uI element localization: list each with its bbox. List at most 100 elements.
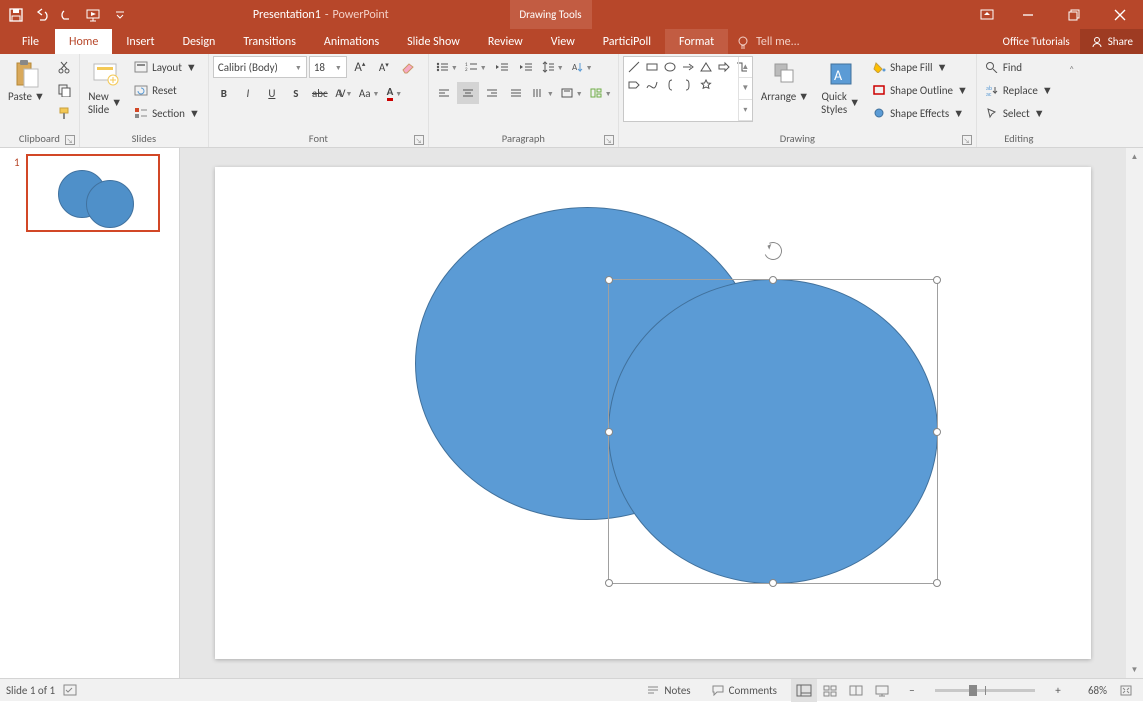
shape-lbrace-icon[interactable] [662, 77, 678, 93]
italic-button[interactable]: I [237, 82, 259, 104]
thumbnail-preview[interactable] [26, 154, 160, 232]
shapes-gallery[interactable]: ▲▼▾ [623, 56, 753, 122]
cut-button[interactable] [53, 56, 75, 78]
numbering-button[interactable]: 12▼ [462, 56, 489, 78]
resize-handle[interactable] [605, 428, 613, 436]
align-left-button[interactable] [433, 82, 455, 104]
shape-star-icon[interactable] [698, 77, 714, 93]
drawing-launcher-icon[interactable]: ↘ [962, 135, 972, 145]
tab-design[interactable]: Design [169, 29, 230, 54]
zoom-thumb[interactable] [969, 685, 977, 696]
tab-format[interactable]: Format [665, 29, 728, 54]
resize-handle[interactable] [605, 579, 613, 587]
copy-button[interactable] [53, 79, 75, 101]
tab-review[interactable]: Review [474, 29, 537, 54]
tab-slideshow[interactable]: Slide Show [393, 29, 474, 54]
share-button[interactable]: Share [1080, 29, 1143, 54]
selection-box[interactable] [608, 279, 938, 584]
tab-file[interactable]: File [6, 29, 55, 54]
format-painter-button[interactable] [53, 102, 75, 124]
resize-handle[interactable] [605, 276, 613, 284]
tab-participoll[interactable]: ParticiPoll [589, 29, 665, 54]
find-button[interactable]: Find [981, 56, 1057, 78]
decrease-font-button[interactable]: A▾ [373, 56, 395, 78]
gallery-down-icon[interactable]: ▼ [739, 78, 752, 99]
shape-oval-icon[interactable] [662, 59, 678, 75]
replace-button[interactable]: abacReplace▼ [981, 79, 1057, 101]
resize-handle[interactable] [933, 428, 941, 436]
align-right-button[interactable] [481, 82, 503, 104]
shape-effects-button[interactable]: Shape Effects▼ [868, 102, 972, 124]
minimize-button[interactable] [1005, 0, 1051, 29]
align-text-button[interactable]: ▼ [558, 82, 585, 104]
increase-font-button[interactable]: A▴ [349, 56, 371, 78]
redo-icon[interactable] [56, 3, 80, 27]
shape-outline-button[interactable]: Shape Outline▼ [868, 79, 972, 101]
font-launcher-icon[interactable]: ↘ [414, 135, 424, 145]
font-color-button[interactable]: A▼ [383, 82, 405, 104]
decrease-indent-button[interactable] [491, 56, 513, 78]
text-direction-button[interactable]: A▼ [568, 56, 595, 78]
resize-handle[interactable] [933, 579, 941, 587]
restore-button[interactable] [1051, 0, 1097, 29]
rotate-handle-icon[interactable] [761, 239, 784, 262]
new-slide-button[interactable]: New Slide▼ [84, 56, 126, 118]
font-name-combo[interactable]: Calibri (Body)▼ [213, 56, 307, 78]
underline-button[interactable]: U [261, 82, 283, 104]
undo-icon[interactable] [30, 3, 54, 27]
shape-rbrace-icon[interactable] [680, 77, 696, 93]
reset-button[interactable]: Reset [130, 79, 204, 101]
slide[interactable] [215, 167, 1091, 659]
resize-handle[interactable] [933, 276, 941, 284]
tab-transitions[interactable]: Transitions [229, 29, 310, 54]
tab-animations[interactable]: Animations [310, 29, 393, 54]
line-spacing-button[interactable]: ▼ [539, 56, 566, 78]
ribbon-display-options-icon[interactable] [969, 0, 1005, 29]
smartart-button[interactable]: ▼ [587, 82, 614, 104]
fit-to-window-button[interactable] [1115, 679, 1137, 702]
collapse-ribbon-button[interactable]: ˄ [1061, 58, 1083, 80]
gallery-up-icon[interactable]: ▲ [739, 57, 752, 78]
clear-formatting-button[interactable] [397, 56, 419, 78]
normal-view-button[interactable] [791, 679, 817, 702]
notes-button[interactable]: Notes [640, 679, 696, 702]
quick-styles-button[interactable]: A Quick Styles▼ [817, 56, 864, 118]
vertical-scrollbar[interactable]: ▲ ▼ [1126, 148, 1143, 678]
tell-me-search[interactable]: Tell me... [728, 29, 808, 54]
shape-fill-button[interactable]: Shape Fill▼ [868, 56, 972, 78]
align-center-button[interactable] [457, 82, 479, 104]
zoom-in-button[interactable]: + [1049, 684, 1067, 697]
spellcheck-icon[interactable] [63, 683, 79, 697]
reading-view-button[interactable] [843, 679, 869, 702]
bold-button[interactable]: B [213, 82, 235, 104]
scroll-up-icon[interactable]: ▲ [1126, 148, 1143, 165]
thumbnail-item[interactable]: 1 [14, 154, 165, 232]
shadow-button[interactable]: S [285, 82, 307, 104]
slide-canvas-area[interactable]: ▲ ▼ [180, 148, 1143, 678]
slide-sorter-button[interactable] [817, 679, 843, 702]
columns-button[interactable]: ▼ [529, 82, 556, 104]
paste-button[interactable]: Paste▼ [4, 56, 49, 106]
shape-triangle-icon[interactable] [698, 59, 714, 75]
shape-rarrow-icon[interactable] [716, 59, 732, 75]
increase-indent-button[interactable] [515, 56, 537, 78]
strikethrough-button[interactable]: abc [309, 82, 331, 104]
zoom-out-button[interactable]: − [903, 684, 921, 697]
zoom-slider[interactable] [935, 689, 1035, 692]
comments-button[interactable]: Comments [705, 679, 783, 702]
shape-curve-icon[interactable] [644, 77, 660, 93]
gallery-more-icon[interactable]: ▾ [739, 100, 752, 121]
shape-pentagon-icon[interactable] [626, 77, 642, 93]
clipboard-launcher-icon[interactable]: ↘ [65, 135, 75, 145]
resize-handle[interactable] [769, 276, 777, 284]
select-button[interactable]: Select▼ [981, 102, 1057, 124]
resize-handle[interactable] [769, 579, 777, 587]
shape-rect-icon[interactable] [644, 59, 660, 75]
change-case-button[interactable]: Aa▼ [357, 82, 382, 104]
tab-view[interactable]: View [537, 29, 589, 54]
slideshow-view-button[interactable] [869, 679, 895, 702]
slide-indicator[interactable]: Slide 1 of 1 [6, 684, 55, 697]
justify-button[interactable] [505, 82, 527, 104]
tab-home[interactable]: Home [55, 29, 112, 54]
tab-insert[interactable]: Insert [112, 29, 168, 54]
